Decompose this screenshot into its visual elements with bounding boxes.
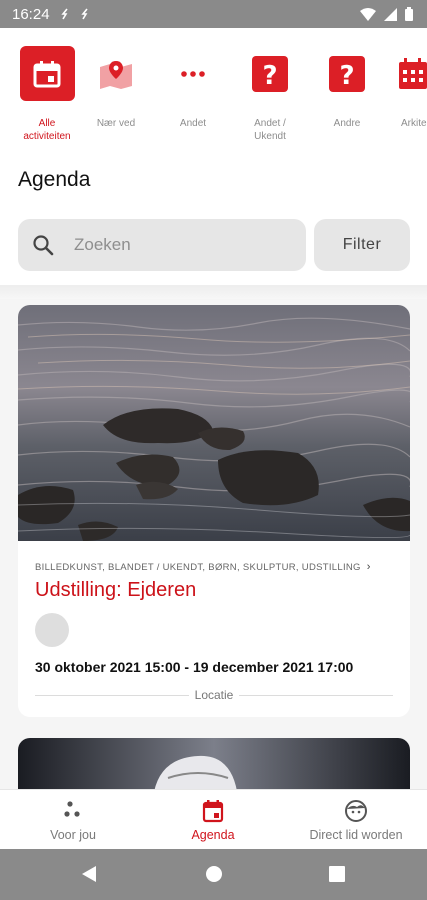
signal-icon bbox=[384, 7, 397, 21]
svg-text:?: ? bbox=[339, 61, 354, 91]
svg-text:?: ? bbox=[262, 61, 277, 91]
category-tile[interactable]: ? bbox=[243, 46, 298, 101]
question-icon: ? bbox=[329, 55, 365, 92]
sync-icon bbox=[60, 8, 68, 20]
calendar-icon bbox=[202, 800, 224, 823]
event-dates: 30 oktober 2021 15:00 - 19 december 2021… bbox=[35, 659, 354, 675]
category-tile[interactable] bbox=[19, 46, 75, 101]
face-icon bbox=[345, 800, 367, 822]
category-all-activities[interactable]: Alle activiteiten bbox=[7, 46, 87, 143]
search-icon bbox=[33, 235, 54, 256]
recents-icon[interactable] bbox=[329, 865, 345, 883]
organizer-avatar[interactable] bbox=[35, 613, 69, 647]
category-label: Arkite bbox=[401, 118, 427, 129]
search-input[interactable] bbox=[72, 234, 276, 256]
category-tile[interactable]: ? bbox=[320, 46, 375, 101]
battery-icon bbox=[405, 7, 413, 21]
category-tile[interactable] bbox=[166, 46, 221, 101]
location-row[interactable]: Locatie bbox=[35, 687, 394, 703]
home-icon[interactable] bbox=[205, 865, 223, 883]
category-others[interactable]: ? Andre bbox=[307, 46, 387, 130]
category-label: Andet bbox=[179, 118, 207, 129]
category-label: Alle activiteiten bbox=[23, 118, 71, 142]
filter-button[interactable]: Filter bbox=[314, 219, 410, 271]
map-icon bbox=[100, 60, 132, 89]
event-title[interactable]: Udstilling: Ejderen bbox=[35, 579, 196, 602]
event-card[interactable]: BILLEDKUNST, BLANDET / UKENDT, BØRN, SKU… bbox=[18, 305, 410, 717]
dots-icon bbox=[64, 801, 80, 817]
divider-line bbox=[35, 694, 189, 696]
question-icon: ? bbox=[252, 55, 288, 92]
nav-label: Voor jou bbox=[50, 828, 96, 842]
nav-for-you[interactable]: Voor jou bbox=[28, 790, 118, 850]
more-dots-icon bbox=[181, 70, 205, 77]
nav-agenda[interactable]: Agenda bbox=[168, 790, 258, 850]
nav-become-member[interactable]: Direct lid worden bbox=[296, 790, 416, 850]
event-categories[interactable]: BILLEDKUNST, BLANDET / UKENDT, BØRN, SKU… bbox=[35, 561, 395, 573]
event-image[interactable] bbox=[18, 305, 410, 541]
category-other[interactable]: Andet bbox=[153, 46, 233, 130]
system-navigation-bar bbox=[0, 849, 427, 900]
location-label[interactable]: Locatie bbox=[189, 688, 240, 702]
nav-label: Direct lid worden bbox=[309, 828, 403, 842]
chevron-right-icon: › bbox=[366, 561, 371, 573]
category-label: Andet / Ukendt bbox=[254, 118, 286, 142]
calendar-grid-icon bbox=[399, 57, 427, 89]
sync-icon-2 bbox=[80, 8, 88, 20]
nav-label: Agenda bbox=[191, 828, 235, 842]
category-carousel[interactable]: Alle activiteiten Nær ved Andet ? Andet … bbox=[0, 28, 427, 153]
category-tile[interactable] bbox=[89, 46, 144, 101]
search-bar[interactable] bbox=[18, 219, 306, 271]
divider-line bbox=[239, 694, 394, 696]
category-label: Andre bbox=[333, 118, 361, 129]
status-bar: 16:24 bbox=[0, 0, 427, 28]
category-label: Nær ved bbox=[96, 118, 136, 129]
event-categories-text: BILLEDKUNST, BLANDET / UKENDT, BØRN, SKU… bbox=[35, 562, 361, 573]
section-divider bbox=[0, 285, 427, 299]
status-time: 16:24 bbox=[12, 5, 50, 23]
bottom-navigation: Voor jou Agenda Direct lid worden bbox=[0, 789, 427, 850]
calendar-icon bbox=[33, 60, 61, 87]
category-near-me[interactable]: Nær ved bbox=[76, 46, 156, 130]
category-other-unknown[interactable]: ? Andet / Ukendt bbox=[230, 46, 310, 143]
category-architecture[interactable]: Arkite bbox=[384, 46, 427, 130]
back-icon[interactable] bbox=[80, 865, 98, 883]
page-title: Agenda bbox=[18, 168, 91, 191]
category-tile[interactable] bbox=[398, 46, 427, 101]
status-notification-icons bbox=[60, 8, 90, 20]
wifi-icon bbox=[360, 7, 376, 21]
